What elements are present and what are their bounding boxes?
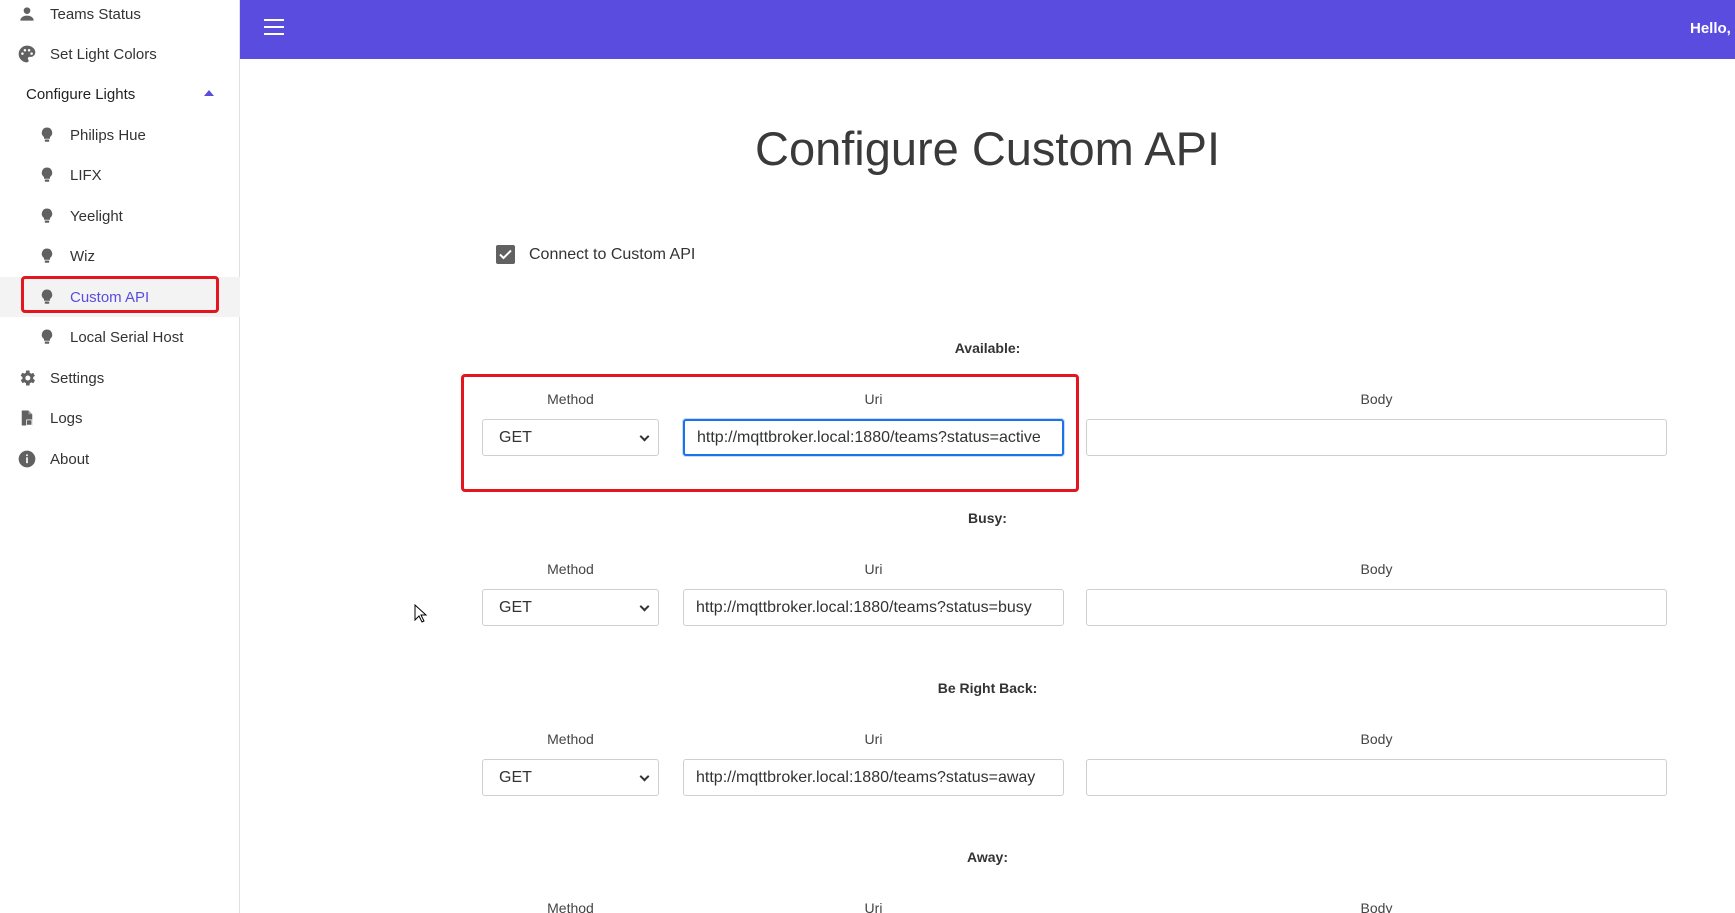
user-greeting: Hello, I [1690,20,1735,37]
uri-input-available[interactable]: http://mqttbroker.local:1880/teams?statu… [683,419,1064,456]
sidebar-item-local-serial-host[interactable]: Local Serial Host [0,317,240,357]
bulb-icon [36,245,58,267]
method-select-available[interactable]: GET [482,419,659,456]
bulb-icon [36,164,58,186]
sidebar-item-label: Wiz [70,247,95,265]
file-icon [16,407,38,429]
sidebar-item-label: Philips Hue [70,126,146,144]
body-input-be-right-back[interactable] [1086,759,1667,796]
body-column-label: Body [1360,391,1393,407]
sidebar-item-philips-hue[interactable]: Philips Hue [0,115,240,155]
sidebar-item-label: Logs [50,409,83,427]
bulb-icon [36,286,58,308]
chevron-down-icon [639,601,650,612]
check-icon [499,249,512,260]
uri-input-be-right-back[interactable]: http://mqttbroker.local:1880/teams?statu… [683,759,1064,796]
sidebar-item-settings[interactable]: Settings [0,358,240,398]
uri-column-label: Uri [864,731,883,747]
sidebar-item-label: Teams Status [50,5,141,23]
chevron-down-icon [639,771,650,782]
chevron-down-icon [639,431,650,442]
method-column-label: Method [547,900,594,913]
sidebar-item-label: Yeelight [70,207,123,225]
sidebar: Teams Status Set Light Colors Configure … [0,0,240,913]
sidebar-item-custom-api[interactable]: Custom API [0,277,240,317]
sidebar-item-teams-status[interactable]: Teams Status [0,0,240,34]
body-column-label: Body [1360,731,1393,747]
hamburger-menu-icon[interactable] [264,19,284,35]
section-label-available: Available: [954,340,1021,356]
page-title: Configure Custom API [755,122,1220,175]
sidebar-item-set-light-colors[interactable]: Set Light Colors [0,34,240,74]
sidebar-item-label: LIFX [70,166,102,184]
section-label-be-right-back: Be Right Back: [937,680,1038,696]
info-icon [16,448,38,470]
body-column-label: Body [1360,900,1393,913]
sidebar-item-label: Local Serial Host [70,328,184,346]
sidebar-item-label: Custom API [70,288,150,306]
bulb-icon [36,205,58,227]
bulb-icon [36,124,58,146]
method-column-label: Method [547,561,594,577]
palette-icon [16,43,38,65]
uri-column-label: Uri [864,900,883,913]
method-select-be-right-back[interactable]: GET [482,759,659,796]
top-app-bar: Hello, I [240,0,1735,59]
sidebar-group-configure-lights[interactable]: Configure Lights [0,74,240,114]
section-label-busy: Busy: [968,510,1007,526]
connect-label: Connect to Custom API [529,245,696,263]
uri-input-busy[interactable]: http://mqttbroker.local:1880/teams?statu… [683,589,1064,626]
section-label-away: Away: [967,849,1008,865]
bulb-icon [36,326,58,348]
body-column-label: Body [1360,561,1393,577]
caret-up-icon [204,90,214,96]
method-select-busy[interactable]: GET [482,589,659,626]
main-content: Configure Custom API Connect to Custom A… [240,59,1735,913]
method-column-label: Method [547,731,594,747]
body-input-available[interactable] [1086,419,1667,456]
body-input-busy[interactable] [1086,589,1667,626]
mouse-cursor-icon [414,604,428,623]
connect-checkbox-row[interactable]: Connect to Custom API [496,245,695,264]
sidebar-item-logs[interactable]: Logs [0,398,240,438]
gear-icon [16,367,38,389]
sidebar-item-yeelight[interactable]: Yeelight [0,196,240,236]
uri-column-label: Uri [864,561,883,577]
connect-checkbox[interactable] [496,245,515,264]
sidebar-item-label: Configure Lights [26,85,136,103]
sidebar-item-label: About [50,450,90,468]
method-column-label: Method [547,391,594,407]
uri-column-label: Uri [864,391,883,407]
sidebar-item-label: Settings [50,369,105,387]
sidebar-item-lifx[interactable]: LIFX [0,155,240,195]
person-icon [16,3,38,25]
sidebar-item-wiz[interactable]: Wiz [0,236,240,276]
sidebar-item-about[interactable]: About [0,439,240,479]
sidebar-item-label: Set Light Colors [50,45,157,63]
